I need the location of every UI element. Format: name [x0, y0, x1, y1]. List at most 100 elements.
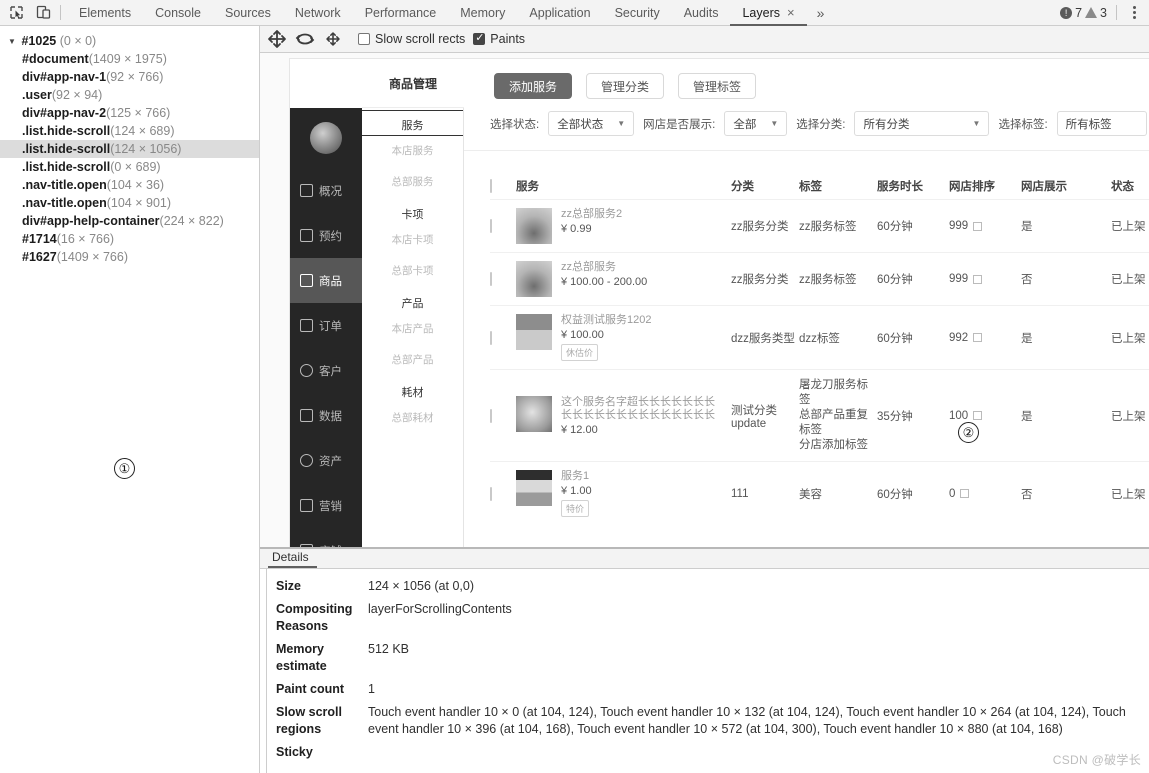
service-title: zz总部服务2 [561, 208, 623, 220]
layer-name: .nav-title.open [22, 178, 107, 192]
sidebar-item-shop[interactable]: 店铺 [290, 528, 362, 547]
order-icon [300, 319, 313, 332]
tree-row-selected[interactable]: .list.hide-scroll(124 × 1056) [0, 140, 259, 158]
filter-select-online-display[interactable]: 全部 ▼ [724, 111, 788, 136]
tab-memory[interactable]: Memory [448, 0, 517, 25]
filter-select-tag[interactable]: 所有标签 [1056, 111, 1147, 136]
nav2-item[interactable]: 总部服务 [362, 166, 463, 197]
row-checkbox-cell[interactable] [490, 219, 516, 233]
tree-row[interactable]: #document(1409 × 1975) [0, 50, 259, 68]
error-counter[interactable]: ! 7 [1060, 6, 1082, 20]
tab-elements[interactable]: Elements [67, 0, 143, 25]
tab-layers[interactable]: Layers × [730, 0, 807, 26]
sidebar-item-marketing[interactable]: 营销 [290, 483, 362, 528]
detail-value: 124 × 1056 (at 0,0) [368, 579, 474, 593]
tree-row[interactable]: div#app-nav-1(92 × 766) [0, 68, 259, 86]
sidebar-item-appointment[interactable]: 预约 [290, 213, 362, 258]
warning-counter[interactable]: 3 [1085, 6, 1107, 20]
tab-audits[interactable]: Audits [672, 0, 731, 25]
sidebar-item-customer[interactable]: 客户 [290, 348, 362, 393]
nav2-item[interactable]: 总部耗材 [362, 402, 463, 433]
edit-icon[interactable] [973, 333, 983, 342]
tree-row[interactable]: .user(92 × 94) [0, 86, 259, 104]
rotate-mode-icon[interactable] [294, 29, 316, 49]
reset-transform-icon[interactable] [322, 29, 344, 49]
filter-select-status[interactable]: 全部状态 ▼ [548, 111, 635, 136]
layers-main-column: Slow scroll rects Paints 概况 [260, 26, 1149, 773]
sidebar-item-label: 客户 [319, 365, 342, 378]
nav2-item[interactable]: 本店服务 [362, 135, 463, 166]
close-icon[interactable]: × [787, 6, 795, 19]
sort-value: 0 [949, 487, 956, 500]
cell-sort[interactable]: 999 [949, 220, 1021, 232]
edit-icon[interactable] [973, 221, 983, 231]
manage-tag-button[interactable]: 管理标签 [678, 73, 757, 99]
table-row[interactable]: 权益测试服务1202 ¥ 100.00 休估价 dzz服务类型 dzz标签 60… [490, 305, 1149, 369]
nav2-group-consumable[interactable]: 耗材 [362, 375, 463, 402]
inspect-element-icon[interactable] [8, 4, 25, 21]
tab-label: Audits [683, 5, 719, 20]
tree-row[interactable]: .nav-title.open(104 × 901) [0, 194, 259, 212]
device-toolbar-icon[interactable] [35, 4, 52, 21]
tree-row[interactable]: div#app-help-container(224 × 822) [0, 212, 259, 230]
avatar[interactable] [310, 122, 342, 154]
col-sort: 网店排序 [949, 181, 995, 193]
nav2-group-product[interactable]: 产品 [362, 286, 463, 313]
sidebar-item-order[interactable]: 订单 [290, 303, 362, 348]
cell-sort[interactable]: 992 [949, 332, 1021, 344]
tab-application[interactable]: Application [517, 0, 602, 25]
cell-sort[interactable]: 999 [949, 273, 1021, 285]
layer-3d-canvas[interactable]: 概况 预约 商品 订单 客户 数据 资产 营销 商品管理 服务 本店服务 总部服… [260, 53, 1149, 548]
tab-overflow-button[interactable]: » [807, 0, 835, 25]
cell-sort[interactable]: 0 [949, 488, 1021, 500]
tree-row[interactable]: ▼ #1025 (0 × 0) [0, 32, 259, 50]
tab-label: Performance [364, 5, 437, 20]
layer-tree-panel[interactable]: ▼ #1025 (0 × 0) #document(1409 × 1975) d… [0, 26, 260, 773]
edit-icon[interactable] [960, 489, 970, 498]
marketing-icon [300, 499, 313, 512]
tab-details[interactable]: Details [268, 550, 317, 568]
tree-row[interactable]: #1627(1409 × 766) [0, 248, 259, 266]
row-checkbox-cell[interactable] [490, 486, 516, 501]
row-checkbox-cell[interactable] [490, 408, 516, 423]
filter-select-category[interactable]: 所有分类 ▼ [854, 111, 990, 136]
manage-category-button[interactable]: 管理分类 [586, 73, 665, 99]
table-row[interactable]: 服务1 ¥ 1.00 特价 111 美容 60分钟 0 否 已上架 [490, 461, 1149, 525]
nav2-item[interactable]: 总部产品 [362, 344, 463, 375]
kebab-menu-icon[interactable] [1126, 6, 1143, 19]
sidebar-item-goods[interactable]: 商品 [290, 258, 362, 303]
row-checkbox-cell[interactable] [490, 330, 516, 345]
sidebar-item-overview[interactable]: 概况 [290, 168, 362, 213]
devtools-body: ▼ #1025 (0 × 0) #document(1409 × 1975) d… [0, 26, 1149, 773]
add-service-button[interactable]: 添加服务 [494, 73, 573, 99]
col-service: 服务 [516, 181, 539, 193]
tree-row[interactable]: .nav-title.open(104 × 36) [0, 176, 259, 194]
tab-sources[interactable]: Sources [213, 0, 283, 25]
table-row[interactable]: zz总部服务 ¥ 100.00 - 200.00 zz服务分类 zz服务标签 6… [490, 252, 1149, 305]
app-secondary-nav[interactable]: 服务 本店服务 总部服务 卡项 本店卡项 总部卡项 产品 本店产品 总部产品 耗… [362, 108, 464, 547]
row-checkbox-cell[interactable] [490, 272, 516, 286]
select-all-checkbox-cell[interactable] [490, 179, 516, 193]
sidebar-item-asset[interactable]: 资产 [290, 438, 362, 483]
slow-scroll-rects-checkbox[interactable]: Slow scroll rects [358, 32, 465, 46]
tab-console[interactable]: Console [143, 0, 213, 25]
tree-row[interactable]: .list.hide-scroll(124 × 689) [0, 122, 259, 140]
table-row[interactable]: 这个服务名字超长长长长长长长长长长长长长长长长长长长长长 ¥ 12.00 测试分… [490, 369, 1149, 461]
nav2-item[interactable]: 总部卡项 [362, 255, 463, 286]
tab-network[interactable]: Network [283, 0, 353, 25]
nav2-item[interactable]: 本店产品 [362, 313, 463, 344]
checkbox-box [490, 330, 492, 345]
tree-row[interactable]: .list.hide-scroll(0 × 689) [0, 158, 259, 176]
paints-checkbox[interactable]: Paints [473, 31, 525, 46]
tree-row[interactable]: #1714(16 × 766) [0, 230, 259, 248]
nav2-group-card[interactable]: 卡项 [362, 197, 463, 224]
chevron-down-icon[interactable]: ▼ [8, 33, 18, 51]
table-row[interactable]: zz总部服务2 ¥ 0.99 zz服务分类 zz服务标签 60分钟 999 是 … [490, 199, 1149, 252]
tree-row[interactable]: div#app-nav-2(125 × 766) [0, 104, 259, 122]
nav2-item[interactable]: 本店卡项 [362, 224, 463, 255]
sidebar-item-data[interactable]: 数据 [290, 393, 362, 438]
edit-icon[interactable] [973, 274, 983, 284]
tab-security[interactable]: Security [603, 0, 672, 25]
pan-mode-icon[interactable] [266, 29, 288, 49]
tab-performance[interactable]: Performance [353, 0, 449, 25]
